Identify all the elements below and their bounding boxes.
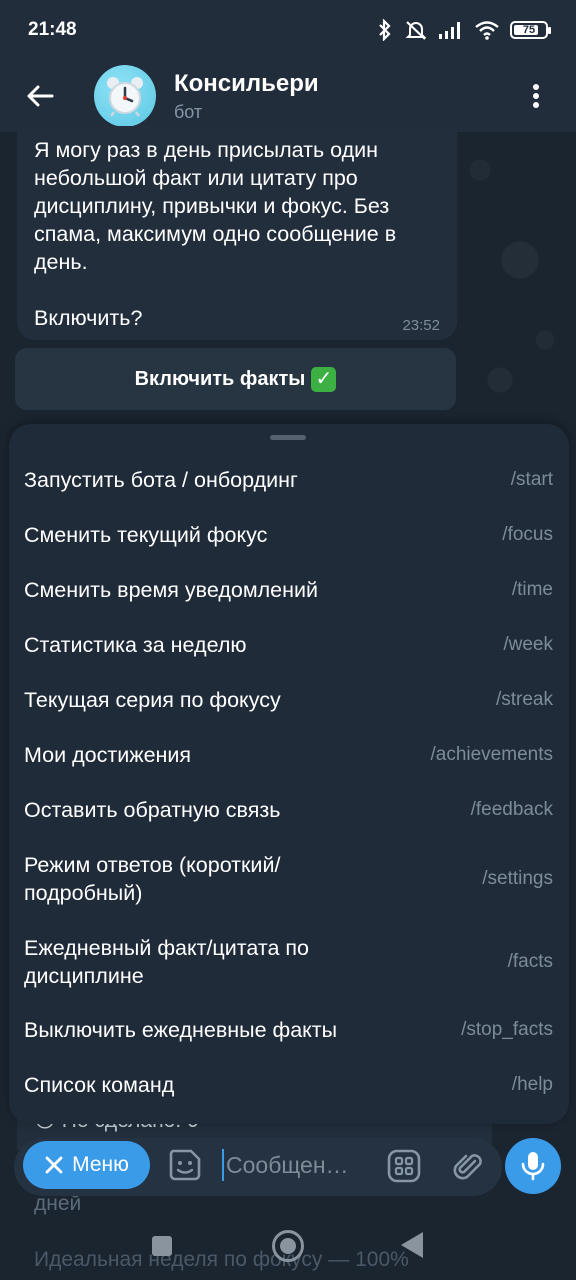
command-label: Список команд: [24, 1073, 175, 1097]
status-icons: 75: [376, 19, 551, 41]
command-item-streak[interactable]: Текущая серия по фокусу /streak: [9, 682, 569, 718]
alarm-clock-icon: [107, 77, 143, 117]
paperclip-icon: [453, 1154, 482, 1180]
command-name: /time: [511, 579, 553, 600]
command-name: /start: [510, 469, 553, 490]
status-bar: 21:48 75: [0, 0, 576, 60]
text-cursor: [222, 1149, 224, 1181]
command-label: Ежедневный факт/цитата по дисциплине: [24, 936, 309, 988]
command-name: /feedback: [470, 799, 553, 820]
keyboard-grid-icon: [387, 1149, 421, 1183]
message-time: 23:52: [402, 317, 440, 334]
more-vertical-icon: [533, 84, 539, 108]
sticker-button[interactable]: [165, 1145, 205, 1185]
nav-recent-apps-button[interactable]: [152, 1236, 172, 1256]
attach-button[interactable]: [448, 1146, 488, 1186]
command-label: Мои достижения: [24, 743, 192, 767]
command-name: /focus: [502, 524, 553, 545]
command-label: Запустить бота / онбординг: [24, 468, 298, 492]
chat-subtitle: бот: [174, 101, 203, 122]
command-label: Сменить текущий фокус: [24, 523, 268, 547]
enable-facts-button[interactable]: Включить факты ✓: [15, 348, 456, 410]
command-label: Текущая серия по фокусу: [24, 688, 281, 712]
signal-icon: [439, 22, 460, 39]
command-item-week[interactable]: Статистика за неделю /week: [9, 627, 569, 663]
message-input[interactable]: [226, 1143, 361, 1187]
command-name: /stop_facts: [461, 1019, 553, 1040]
sheet-drag-handle[interactable]: [270, 435, 306, 440]
chat-title: Консильери: [174, 69, 319, 97]
command-item-start[interactable]: Запустить бота / онбординг /start: [9, 462, 569, 498]
command-item-feedback[interactable]: Оставить обратную связь /feedback: [9, 792, 569, 828]
command-name: /settings: [482, 868, 553, 889]
command-item-focus[interactable]: Сменить текущий фокус /focus: [9, 517, 569, 553]
mute-icon: [405, 21, 427, 40]
command-item-facts[interactable]: Ежедневный факт/цитата по дисциплине /fa…: [9, 930, 569, 994]
more-options-button[interactable]: [514, 74, 558, 118]
command-name: /streak: [495, 689, 553, 710]
arrow-left-icon: [27, 85, 54, 107]
bot-commands-sheet: Запустить бота / онбординг /start Сменит…: [9, 424, 569, 1124]
command-label: Режим ответов (короткий/ подробный): [24, 853, 281, 905]
message-text: Я могу раз в день присылать один небольш…: [34, 138, 397, 330]
message-bubble[interactable]: Я могу раз в день присылать один небольш…: [17, 126, 457, 340]
command-name: /achievements: [430, 744, 553, 765]
command-item-achievements[interactable]: Мои достижения /achievements: [9, 737, 569, 773]
status-time: 21:48: [28, 19, 77, 40]
menu-button[interactable]: Меню: [23, 1141, 150, 1189]
battery-level: 75: [522, 24, 536, 36]
wifi-icon: [475, 21, 499, 40]
command-item-settings[interactable]: Режим ответов (короткий/ подробный) /set…: [9, 847, 569, 911]
command-item-stop-facts[interactable]: Выключить ежедневные факты /stop_facts: [9, 1012, 569, 1048]
enable-facts-label: Включить факты: [134, 367, 306, 390]
voice-record-button[interactable]: [505, 1138, 561, 1194]
bluetooth-icon: [379, 19, 391, 41]
command-label: Выключить ежедневные факты: [24, 1018, 338, 1042]
check-mark-icon: ✓: [311, 366, 337, 392]
command-name: /week: [503, 634, 553, 655]
back-button[interactable]: [0, 60, 80, 132]
telegram-chat-screen: 21:48 75 Консильери бот Я могу раз в ден…: [0, 0, 576, 1280]
home-dot-icon: [280, 1238, 296, 1254]
hidden-message-line: Идеальная неделя по фокусу — 100%: [34, 1248, 409, 1271]
microphone-icon: [521, 1152, 545, 1181]
command-label: Статистика за неделю: [24, 633, 247, 657]
nav-back-button[interactable]: [401, 1232, 423, 1258]
nav-home-button[interactable]: [272, 1230, 304, 1262]
avatar[interactable]: [94, 65, 156, 127]
menu-button-label: Меню: [72, 1153, 129, 1176]
battery-icon: 75: [510, 21, 551, 39]
sticker-icon: [169, 1149, 201, 1181]
close-icon: [45, 1156, 63, 1174]
command-name: /help: [511, 1074, 553, 1095]
bot-keyboard-button[interactable]: [384, 1146, 424, 1186]
command-item-help[interactable]: Список команд /help: [9, 1067, 569, 1103]
chat-header: Консильери бот: [0, 60, 576, 132]
chat-title-block[interactable]: Консильери бот: [174, 70, 319, 123]
command-label: Сменить время уведомлений: [24, 578, 318, 602]
command-name: /facts: [507, 951, 553, 972]
command-label: Оставить обратную связь: [24, 798, 281, 822]
command-item-time[interactable]: Сменить время уведомлений /time: [9, 572, 569, 608]
